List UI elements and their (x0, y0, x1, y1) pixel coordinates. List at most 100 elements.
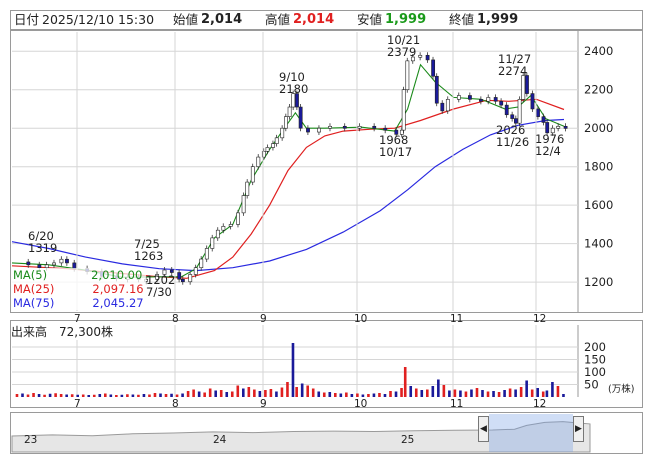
candle-body (284, 116, 288, 129)
annotation-bottom: 1263 (134, 249, 163, 263)
volume-bar (334, 393, 337, 397)
volume-bar (453, 389, 457, 397)
volume-bar (514, 389, 517, 397)
navigator-year-label: 25 (401, 434, 414, 446)
candle-body (418, 54, 423, 58)
volume-month-tick: 11 (450, 398, 463, 410)
volume-bar (448, 390, 451, 397)
candle-body (357, 125, 362, 129)
candle-body (241, 195, 246, 214)
legend-ma25-label: MA(25) (13, 282, 55, 296)
volume-bar (378, 393, 381, 397)
volume-bar (562, 394, 565, 397)
navigator-year-label: 23 (24, 434, 37, 446)
price-month-tick: 9 (260, 313, 267, 325)
candle-body (541, 116, 546, 123)
volume-unit-label: (万株) (608, 383, 634, 395)
candle-body (517, 99, 522, 124)
candle-body (188, 274, 193, 283)
volume-bar (104, 393, 107, 397)
candle-body (493, 97, 498, 102)
volume-bar (536, 388, 539, 397)
candle-body (486, 97, 491, 102)
candle-body (250, 166, 255, 183)
volume-label: 出来高 72,300株 (11, 323, 113, 340)
legend-ma75-label: MA(75) (13, 296, 55, 310)
volume-bar (403, 367, 407, 397)
candle-body (479, 99, 483, 102)
volume-bar (225, 392, 229, 397)
volume-bar (269, 389, 273, 397)
annotation-bottom: 1319 (28, 241, 57, 255)
volume-bar (291, 343, 295, 397)
candle-body (468, 95, 472, 100)
volume-bar (317, 391, 321, 397)
volume-bar (98, 394, 102, 397)
volume-bar (148, 394, 151, 397)
candle-body (265, 147, 270, 152)
volume-bar (48, 393, 52, 397)
volume-bar (37, 394, 41, 397)
volume-bar (59, 394, 63, 397)
candle-body (306, 127, 310, 133)
volume-bar (541, 391, 545, 397)
candle-body (26, 261, 31, 266)
volume-bar (76, 394, 79, 397)
volume-bar (503, 390, 506, 397)
legend-ma25-value: 2,097.16 (92, 282, 144, 296)
volume-bar (280, 387, 284, 397)
volume-bar (464, 391, 468, 397)
volume-month-tick: 8 (172, 398, 179, 410)
price-month-tick: 10 (354, 313, 367, 325)
volume-bar (253, 389, 256, 397)
candle-body (556, 125, 561, 129)
volume-bar (345, 392, 348, 397)
volume-bar (389, 391, 392, 397)
candle-body (199, 258, 204, 269)
chevron-left-icon: ◀ (480, 424, 487, 434)
candle-body (210, 237, 215, 249)
candle-body (204, 248, 209, 260)
annotation-bottom: 12/4 (535, 144, 561, 158)
volume-bar (214, 390, 217, 397)
volume-bar (15, 394, 19, 397)
volume-bar (275, 391, 278, 397)
volume-bar (197, 391, 201, 397)
annotation-bottom: 2379 (387, 45, 416, 59)
volume-bar (92, 394, 96, 397)
annotation-bottom: 7/30 (146, 285, 172, 299)
volume-bar (492, 391, 495, 397)
volume-bar (475, 388, 479, 397)
legend-ma5-value: 2,010.00 (91, 268, 143, 282)
ma-legend: MA(5) 2,010.00 MA(25) 2,097.16 MA(75) 2,045… (11, 268, 146, 310)
candle-body (456, 95, 461, 100)
annotation-bottom: 2274 (498, 64, 527, 78)
volume-bar (295, 387, 298, 397)
volume-bar (65, 394, 68, 397)
candle-body (228, 224, 233, 227)
volume-bar (442, 385, 446, 397)
volume-bar (306, 385, 309, 397)
navigator-right-handle[interactable]: ▶ (573, 416, 584, 442)
volume-bar (258, 391, 262, 397)
price-tick-label: 1800 (584, 160, 613, 174)
candle-body (530, 93, 535, 110)
volume-bar (236, 385, 240, 397)
volume-bar (383, 394, 387, 397)
volume-bar (497, 392, 501, 397)
candle-body (52, 262, 56, 266)
candle-body (245, 181, 250, 196)
price-tick-label: 1200 (584, 275, 613, 289)
price-month-tick: 11 (450, 313, 463, 325)
volume-bar (115, 395, 118, 397)
legend-ma5: MA(5) 2,010.00 (13, 268, 144, 282)
volume-month-tick: 12 (533, 398, 546, 410)
volume-bar (508, 388, 512, 397)
candle-body (287, 106, 292, 117)
volume-bar (175, 394, 179, 397)
price-month-tick: 8 (172, 313, 179, 325)
volume-bar (394, 391, 398, 397)
navigator-left-handle[interactable]: ◀ (478, 416, 489, 442)
volume-bar (350, 394, 354, 397)
volume-bar (420, 390, 424, 397)
